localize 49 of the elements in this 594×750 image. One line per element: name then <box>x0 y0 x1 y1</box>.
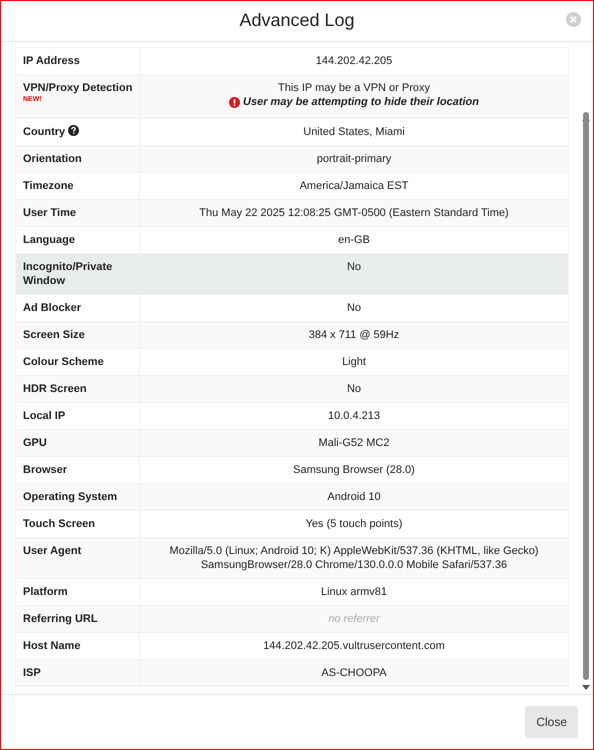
row-value: Mali-G52 MC2 <box>140 429 568 456</box>
row-value: Linux armv81 <box>140 578 568 605</box>
row-label: ISP <box>16 659 140 686</box>
row-label: Local IP <box>16 402 140 429</box>
row-label: IP Address <box>16 48 140 74</box>
row-value: Android 10 <box>140 483 568 510</box>
row-label: HDR Screen <box>16 375 140 402</box>
row-label: Language <box>16 226 140 253</box>
row-value: 384 x 711 @ 59Hz <box>140 321 568 348</box>
row-label: User Time <box>16 199 140 226</box>
row-value: America/Jamaica EST <box>140 172 568 199</box>
row-value: Mozilla/5.0 (Linux; Android 10; K) AppleWebKit/537.36 (KHTML, like Gecko) SamsungBrowser/28.0 Chrome/130.0.0.0 Mobile Safari/537.36 <box>140 537 568 578</box>
row-value: Light <box>140 348 568 375</box>
row-value: This IP may be a VPN or Proxy <box>276 81 432 95</box>
row-value: 144.202.42.205.vultrusercontent.com <box>140 632 568 659</box>
row-value: No <box>140 253 568 294</box>
row-value: portrait-primary <box>140 145 568 172</box>
warning-text: User may be attempting to hide their location <box>243 95 479 109</box>
row-label: Browser <box>16 456 140 483</box>
modal-title: Advanced Log <box>239 10 355 32</box>
row-label: Incognito/Private Window <box>16 253 140 294</box>
row-label: Timezone <box>16 172 140 199</box>
row-label: Touch Screen <box>16 510 140 537</box>
row-label: Host Name <box>16 632 140 659</box>
row-label: Orientation <box>16 145 140 172</box>
row-label: Operating System <box>16 483 140 510</box>
row-label: Ad Blocker <box>16 294 140 321</box>
row-value: AS-CHOOPA <box>140 659 568 686</box>
row-label: Country <box>23 126 66 138</box>
row-value: 144.202.42.205 <box>140 48 568 74</box>
row-value: Thu May 22 2025 12:08:25 GMT-0500 (Eastern Standard Time) <box>140 199 568 226</box>
row-label: VPN/Proxy Detection <box>23 82 132 94</box>
row-value: No <box>140 375 568 402</box>
row-value: United States, Miami <box>140 118 568 145</box>
row-label: Colour Scheme <box>16 348 140 375</box>
row-label: GPU <box>16 429 140 456</box>
help-icon[interactable] <box>68 124 80 136</box>
row-label: Referring URL <box>16 605 140 632</box>
close-button[interactable]: Close <box>525 706 578 738</box>
row-label: Platform <box>16 578 140 605</box>
row-value: No <box>140 294 568 321</box>
warning-icon <box>229 96 240 108</box>
row-label: User Agent <box>16 537 140 578</box>
row-value: 10.0.4.213 <box>140 402 568 429</box>
row-value: no referrer <box>140 605 568 632</box>
row-value: en-GB <box>140 226 568 253</box>
row-label: Screen Size <box>16 321 140 348</box>
row-value: Samsung Browser (28.0) <box>140 456 568 483</box>
row-value: Yes (5 touch points) <box>140 510 568 537</box>
